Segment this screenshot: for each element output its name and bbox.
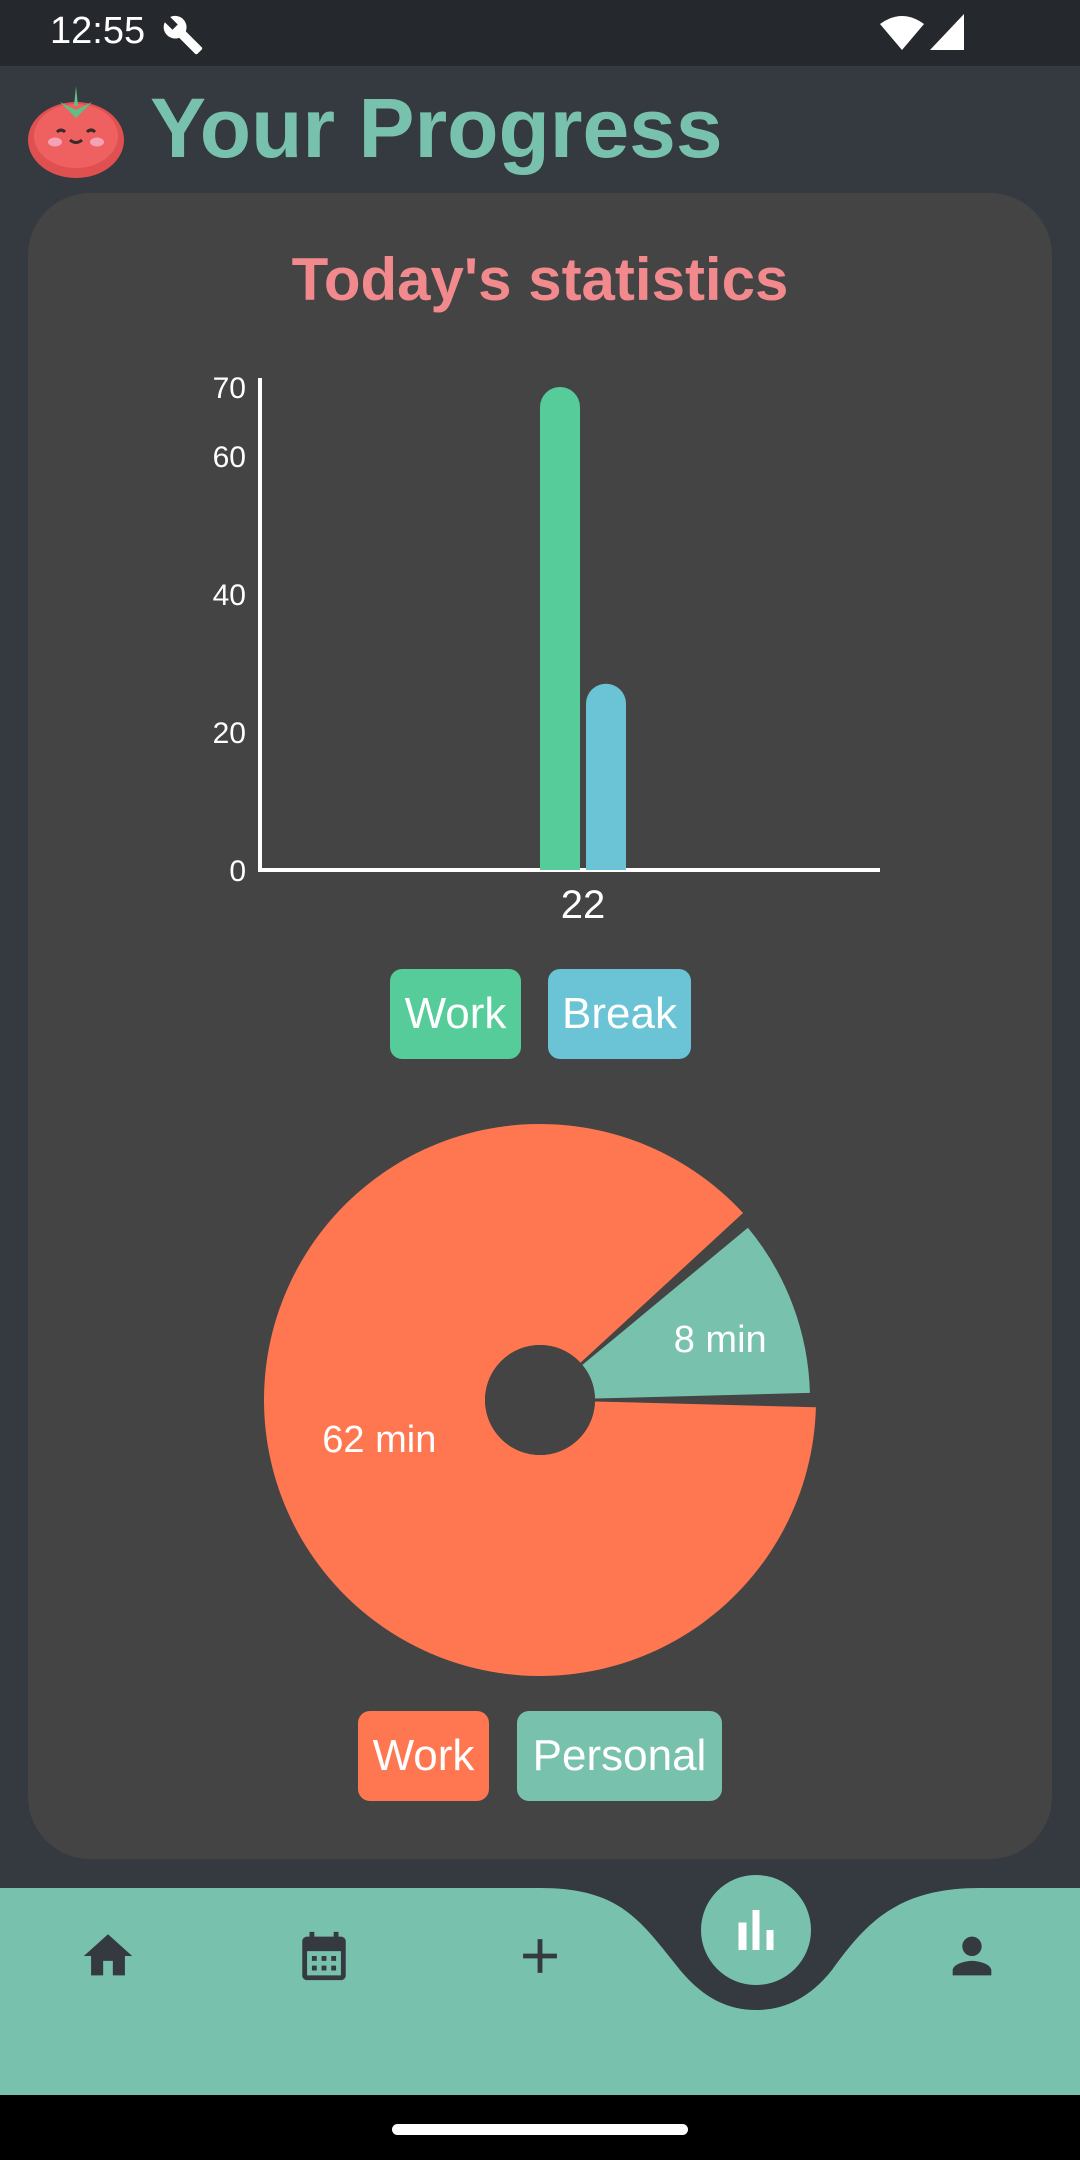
y-tick-label: 70 (213, 372, 246, 405)
pie-center-hole (485, 1345, 595, 1455)
legend-work[interactable]: Work (390, 969, 521, 1059)
wifi-icon (880, 16, 924, 50)
nav-add[interactable] (500, 1916, 580, 1996)
tomato-mascot-icon (28, 86, 124, 178)
card-title: Today's statistics (291, 246, 789, 313)
legend-personal-category[interactable]: Personal (517, 1711, 722, 1801)
nav-stats[interactable] (701, 1875, 811, 1985)
legend-work-category[interactable]: Work (358, 1711, 489, 1801)
daily-bar-chart: 0 20 40 60 70 22 (213, 372, 880, 927)
nav-home[interactable] (68, 1916, 148, 1996)
pie-label-personal: 8 min (674, 1319, 767, 1361)
category-pie-chart: 8 min 62 min (263, 1124, 816, 1676)
y-tick-label: 0 (229, 855, 246, 888)
y-tick-label: 40 (213, 579, 246, 612)
wrench-icon (163, 15, 203, 55)
status-bar: 12:55 (0, 0, 1080, 66)
home-icon (83, 1934, 133, 1976)
cellular-signal-icon (930, 14, 964, 50)
bar-work (540, 387, 580, 870)
status-time: 12:55 (50, 10, 146, 52)
bar-break (586, 683, 626, 870)
page-title: Your Progress (150, 81, 723, 175)
y-tick-label: 20 (213, 717, 246, 750)
person-icon (952, 1936, 992, 1976)
nav-calendar[interactable] (284, 1916, 364, 1996)
bar-chart-icon (738, 1910, 774, 1950)
calendar-icon (302, 1931, 346, 1981)
nav-profile[interactable] (932, 1916, 1012, 1996)
plus-icon (523, 1939, 557, 1973)
pie-label-work: 62 min (322, 1419, 436, 1461)
x-tick-label: 22 (561, 883, 606, 927)
home-indicator[interactable] (392, 2124, 688, 2135)
legend-break[interactable]: Break (548, 969, 691, 1059)
y-tick-label: 60 (213, 441, 246, 474)
